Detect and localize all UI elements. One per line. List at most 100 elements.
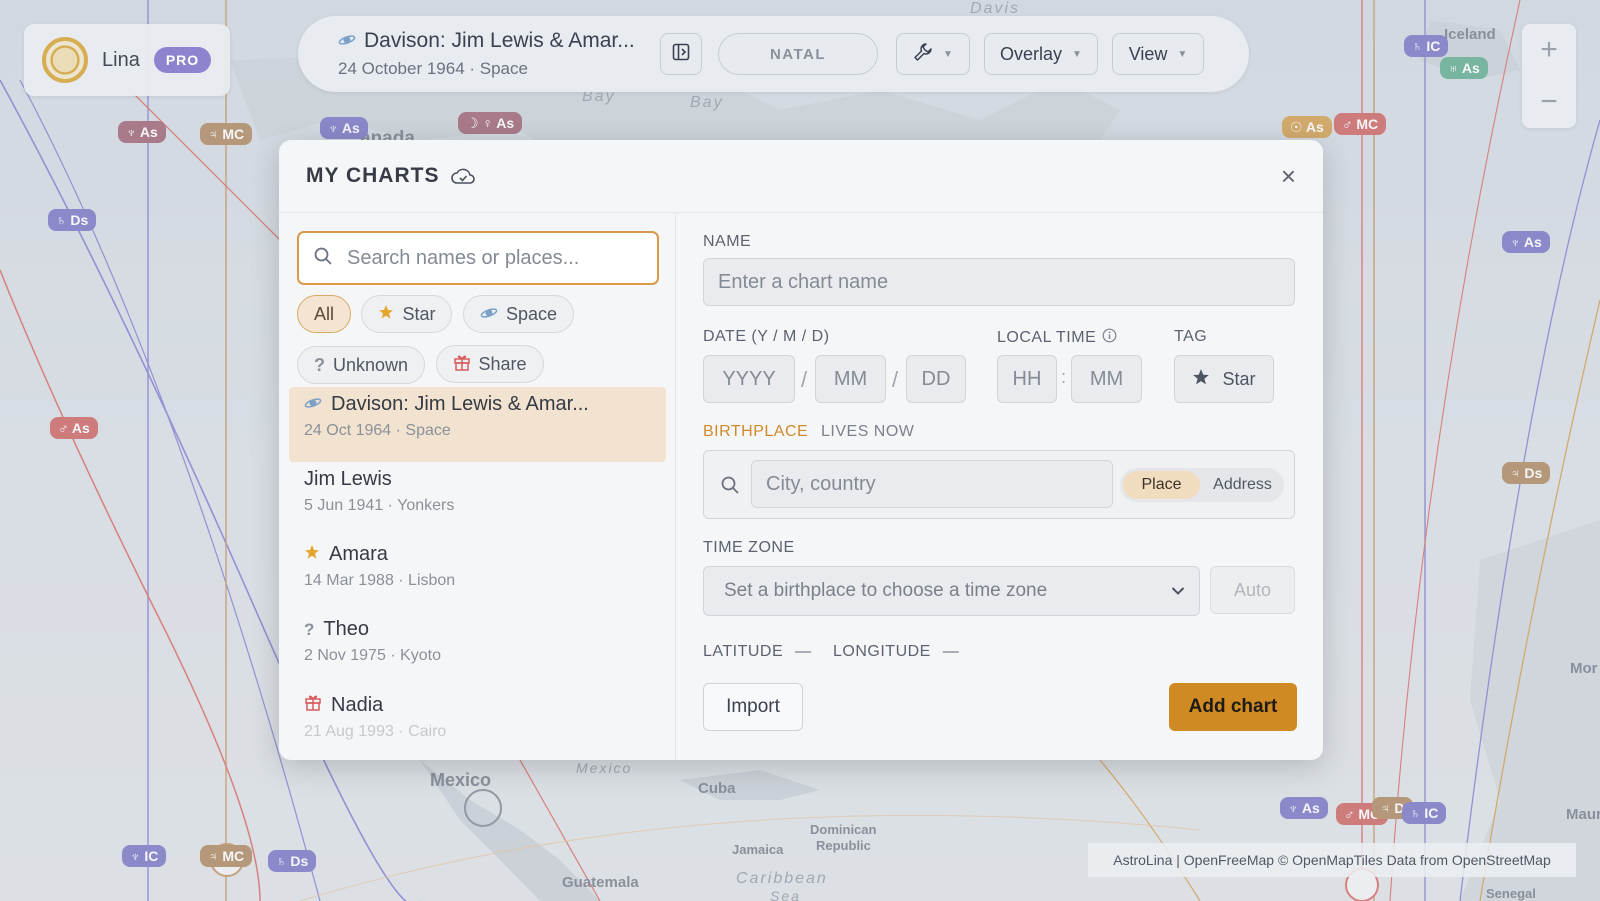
star-icon bbox=[304, 543, 320, 566]
toggle-address[interactable]: Address bbox=[1204, 471, 1281, 499]
zoom-controls: + − bbox=[1522, 24, 1576, 128]
close-button[interactable]: × bbox=[1281, 161, 1296, 192]
chevron-down-icon: ▼ bbox=[943, 48, 953, 60]
chart-details: 2 Nov 1975 · Kyoto bbox=[304, 647, 441, 664]
search-icon bbox=[313, 246, 333, 271]
view-label: View bbox=[1128, 43, 1168, 64]
timezone-select[interactable]: Set a birthplace to choose a time zone bbox=[703, 566, 1200, 616]
chevron-down-icon: ▼ bbox=[1072, 48, 1082, 60]
star-icon bbox=[378, 304, 394, 325]
tools-dropdown-button[interactable]: ▼ bbox=[896, 33, 970, 75]
search-field[interactable] bbox=[297, 231, 659, 285]
star-icon bbox=[1192, 368, 1210, 391]
filter-chip-space[interactable]: Space bbox=[462, 295, 574, 333]
tab-birthplace[interactable]: BIRTHPLACE bbox=[703, 423, 808, 441]
filter-chip-unknown[interactable]: ? Unknown bbox=[297, 346, 426, 384]
day-input[interactable] bbox=[907, 356, 965, 402]
cloud-sync-icon[interactable] bbox=[451, 167, 476, 185]
date-separator: / bbox=[892, 367, 899, 392]
info-icon[interactable] bbox=[1102, 328, 1117, 348]
tab-lives-now[interactable]: LIVES NOW bbox=[821, 423, 914, 441]
gift-icon bbox=[304, 693, 322, 717]
filter-chips: All Star Space ? Unknown Share bbox=[297, 295, 667, 396]
my-charts-modal: MY CHARTS × All Star bbox=[279, 140, 1323, 760]
list-item[interactable]: ? Theo 2 Nov 1975 · Kyoto bbox=[289, 612, 666, 687]
avatar[interactable] bbox=[42, 37, 88, 83]
chart-name: Jim Lewis bbox=[304, 468, 392, 490]
list-item[interactable]: Nadia 21 Aug 1993 · Cairo bbox=[289, 687, 666, 760]
time-separator: : bbox=[1061, 367, 1067, 387]
zoom-in-button[interactable]: + bbox=[1540, 33, 1558, 67]
chip-label: Share bbox=[478, 353, 527, 374]
filter-chip-star[interactable]: Star bbox=[361, 295, 453, 333]
user-card[interactable]: Lina PRO bbox=[24, 24, 230, 96]
toggle-place[interactable]: Place bbox=[1123, 471, 1200, 499]
place-field[interactable] bbox=[751, 460, 1113, 508]
list-item[interactable]: Amara 14 Mar 1988 · Lisbon bbox=[289, 537, 666, 612]
chip-label: Star bbox=[402, 303, 436, 324]
planet-icon bbox=[480, 304, 498, 325]
current-chart-info[interactable]: Davison: Jim Lewis & Amar... 24 October … bbox=[338, 29, 638, 79]
minute-input[interactable] bbox=[1072, 356, 1141, 402]
name-field[interactable] bbox=[703, 258, 1295, 306]
chart-details: 5 Jun 1941 · Yonkers bbox=[304, 497, 455, 514]
month-field[interactable] bbox=[815, 355, 886, 403]
overlay-dropdown-button[interactable]: Overlay ▼ bbox=[984, 33, 1098, 75]
filter-chip-share[interactable]: Share bbox=[435, 345, 544, 383]
year-field[interactable] bbox=[703, 355, 795, 403]
longitude-display: LONGITUDE — bbox=[833, 643, 959, 661]
top-toolbar: Davison: Jim Lewis & Amar... 24 October … bbox=[298, 16, 1249, 92]
latitude-label: LATITUDE bbox=[703, 643, 784, 660]
list-item[interactable]: Davison: Jim Lewis & Amar... 24 Oct 1964… bbox=[289, 387, 666, 462]
natal-mode-button[interactable]: NATAL bbox=[718, 33, 878, 75]
place-mode-toggle: Place Address bbox=[1120, 468, 1284, 502]
sidebar-toggle-button[interactable] bbox=[660, 33, 702, 75]
wrench-icon bbox=[913, 42, 933, 67]
user-name: Lina bbox=[102, 48, 140, 71]
tag-select-button[interactable]: Star bbox=[1174, 355, 1274, 403]
name-input[interactable] bbox=[704, 259, 1294, 305]
modal-title: MY CHARTS bbox=[306, 164, 440, 187]
question-icon: ? bbox=[304, 619, 315, 639]
modal-header: MY CHARTS × bbox=[279, 140, 1323, 213]
list-item[interactable]: Jim Lewis 5 Jun 1941 · Yonkers bbox=[289, 462, 666, 537]
chart-list: Davison: Jim Lewis & Amar... 24 Oct 1964… bbox=[289, 387, 666, 760]
add-chart-button[interactable]: Add chart bbox=[1169, 683, 1297, 731]
chart-name: Theo bbox=[323, 618, 369, 640]
search-icon bbox=[720, 475, 740, 500]
minute-field[interactable] bbox=[1071, 355, 1142, 403]
panel-icon bbox=[672, 43, 690, 66]
pro-badge: PRO bbox=[153, 47, 212, 73]
local-time-label-group: LOCAL TIME bbox=[997, 328, 1117, 348]
month-input[interactable] bbox=[816, 356, 885, 402]
filter-chip-all[interactable]: All bbox=[297, 295, 352, 333]
longitude-label: LONGITUDE bbox=[833, 643, 931, 660]
tag-label: TAG bbox=[1174, 328, 1208, 345]
place-input[interactable] bbox=[752, 461, 1112, 507]
local-time-label: LOCAL TIME bbox=[997, 329, 1097, 346]
hour-input[interactable] bbox=[998, 356, 1056, 402]
search-input[interactable] bbox=[347, 246, 643, 270]
year-input[interactable] bbox=[704, 356, 794, 402]
import-button[interactable]: Import bbox=[703, 683, 803, 731]
timezone-label: TIME ZONE bbox=[703, 539, 795, 556]
date-label: DATE (Y / M / D) bbox=[703, 328, 830, 345]
auto-timezone-button[interactable]: Auto bbox=[1210, 566, 1295, 614]
planet-icon bbox=[338, 29, 356, 53]
chart-form: NAME DATE (Y / M / D) / / LOCAL TIME : bbox=[677, 213, 1323, 760]
question-icon: ? bbox=[314, 354, 325, 375]
hour-field[interactable] bbox=[997, 355, 1057, 403]
map-attribution[interactable]: AstroLina | OpenFreeMap © OpenMapTiles D… bbox=[1088, 843, 1576, 877]
day-field[interactable] bbox=[906, 355, 966, 403]
chevron-down-icon bbox=[1171, 580, 1185, 602]
zoom-out-button[interactable]: − bbox=[1540, 85, 1558, 119]
view-dropdown-button[interactable]: View ▼ bbox=[1112, 33, 1204, 75]
chip-label: Space bbox=[505, 303, 557, 324]
current-chart-title: Davison: Jim Lewis & Amar... bbox=[364, 29, 635, 52]
chart-name: Davison: Jim Lewis & Amar... bbox=[331, 393, 589, 415]
chart-details: 21 Aug 1993 · Cairo bbox=[304, 723, 447, 740]
timezone-placeholder: Set a birthplace to choose a time zone bbox=[724, 580, 1048, 601]
chart-name: Amara bbox=[329, 543, 388, 565]
latitude-value: — bbox=[795, 643, 812, 660]
chart-details: 24 Oct 1964 · Space bbox=[304, 422, 451, 439]
